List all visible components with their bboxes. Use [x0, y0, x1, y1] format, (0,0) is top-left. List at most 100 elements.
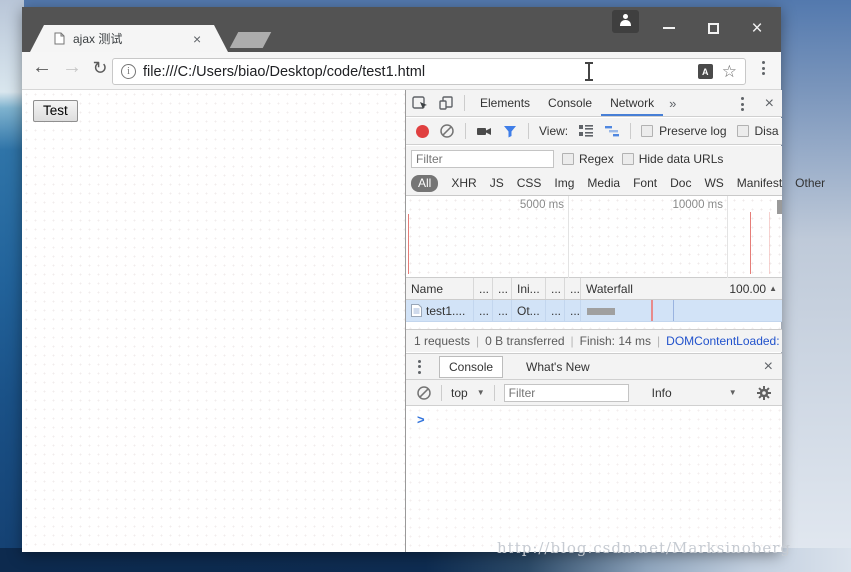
browser-menu-button[interactable] — [762, 61, 765, 75]
inspect-element-icon[interactable] — [412, 95, 428, 111]
show-overview-icon[interactable] — [604, 123, 620, 139]
page-favicon-icon — [54, 32, 65, 45]
type-filter-font[interactable]: Font — [633, 176, 657, 190]
reload-button[interactable]: ↻ — [88, 58, 112, 79]
timeline-gridline — [568, 196, 569, 278]
col-method[interactable]: ... — [474, 278, 493, 299]
overview-load-marker — [750, 212, 751, 274]
type-filter-doc[interactable]: Doc — [670, 176, 691, 190]
network-summary-bar: 1 requests | 0 B transferred | Finish: 1… — [406, 329, 782, 352]
regex-checkbox[interactable] — [562, 153, 574, 165]
timeline-gridline — [727, 196, 728, 278]
view-label: View: — [539, 124, 568, 138]
maximize-button[interactable] — [698, 15, 728, 41]
log-level-select[interactable]: Info ▼ — [652, 386, 737, 400]
context-selector[interactable]: top — [451, 386, 468, 400]
drawer-tab-whats-new[interactable]: What's New — [517, 357, 599, 377]
bookmark-star-icon[interactable]: ☆ — [722, 63, 737, 80]
type-filter-img[interactable]: Img — [554, 176, 574, 190]
tab-elements[interactable]: Elements — [471, 90, 539, 116]
request-row[interactable]: test1.... ... ... Ot... ... ... — [406, 300, 782, 322]
screenshot-camera-icon[interactable] — [476, 123, 492, 139]
console-settings-gear-icon[interactable] — [756, 385, 772, 401]
tab-title: ajax 测试 — [73, 30, 191, 47]
network-filter-input[interactable] — [411, 150, 554, 168]
person-icon — [620, 14, 631, 28]
more-tabs-icon[interactable]: » — [663, 96, 682, 111]
resource-type-filters: All XHR JS CSS Img Media Font Doc WS Man… — [406, 171, 782, 196]
timeline-tick-5000: 5000 ms — [520, 199, 564, 211]
request-size-cell[interactable]: ... — [546, 300, 565, 321]
url-text[interactable]: file:///C:/Users/biao/Desktop/code/test1… — [143, 64, 698, 80]
tab-console[interactable]: Console — [539, 90, 601, 116]
devtools-menu-button[interactable] — [741, 97, 744, 111]
col-size[interactable]: ... — [546, 278, 565, 299]
request-name-cell[interactable]: test1.... — [406, 300, 474, 321]
summary-domcontentloaded: DOMContentLoaded: ... — [666, 334, 782, 348]
console-clear-icon[interactable] — [416, 385, 432, 401]
summary-transferred: 0 B transferred — [485, 334, 564, 348]
record-button[interactable] — [416, 125, 429, 138]
col-waterfall[interactable]: Waterfall 100.00 ▲ — [581, 278, 782, 299]
load-event-line — [651, 300, 653, 321]
drawer-close-icon[interactable]: × — [764, 358, 773, 376]
console-filter-input[interactable] — [504, 384, 629, 402]
console-prompt-icon[interactable]: > — [417, 412, 425, 427]
type-filter-css[interactable]: CSS — [517, 176, 542, 190]
translate-icon[interactable]: A — [698, 64, 713, 79]
console-toolbar: top ▼ Info ▼ — [406, 380, 782, 406]
type-filter-media[interactable]: Media — [587, 176, 620, 190]
log-level-caret-icon: ▼ — [729, 388, 737, 397]
back-button[interactable]: ← — [30, 56, 54, 79]
type-filter-ws[interactable]: WS — [704, 176, 723, 190]
regex-label: Regex — [579, 152, 614, 166]
preserve-log-checkbox[interactable] — [641, 125, 653, 137]
sort-arrow-icon: ▲ — [769, 284, 777, 293]
browser-tab[interactable]: ajax 测试 × — [30, 25, 228, 52]
page-info-icon[interactable]: i — [121, 64, 136, 79]
log-level-label: Info — [652, 386, 672, 400]
type-filter-other[interactable]: Other — [795, 176, 825, 190]
disable-cache-checkbox[interactable] — [737, 125, 749, 137]
col-initiator[interactable]: Ini... — [512, 278, 546, 299]
request-initiator-cell[interactable]: Ot... — [512, 300, 546, 321]
devtools-tabbar: Elements Console Network » × — [406, 90, 782, 117]
type-filter-xhr[interactable]: XHR — [451, 176, 476, 190]
test-button[interactable]: Test — [33, 100, 78, 122]
clear-icon[interactable] — [439, 123, 455, 139]
devtools-close-icon[interactable]: × — [765, 95, 774, 113]
document-icon — [411, 304, 422, 317]
overview-scrollbar-thumb[interactable] — [777, 200, 782, 214]
minimize-button[interactable] — [654, 15, 684, 41]
drawer-menu-button[interactable] — [418, 360, 421, 374]
drawer-tab-console[interactable]: Console — [439, 356, 503, 378]
request-waterfall-cell[interactable] — [581, 300, 782, 321]
close-button[interactable]: × — [742, 15, 772, 41]
type-filter-js[interactable]: JS — [490, 176, 504, 190]
type-filter-all[interactable]: All — [411, 175, 438, 192]
col-name[interactable]: Name — [406, 278, 474, 299]
type-filter-manifest[interactable]: Manifest — [737, 176, 782, 190]
tab-close-icon[interactable]: × — [193, 32, 201, 46]
filter-funnel-icon[interactable] — [502, 123, 518, 139]
col-time[interactable]: ... — [565, 278, 581, 299]
waterfall-sort-value: 100.00 — [729, 282, 766, 296]
timeline-tick-10000: 10000 ms — [672, 199, 723, 211]
preserve-log-label: Preserve log — [659, 124, 726, 138]
hide-data-urls-label: Hide data URLs — [639, 152, 724, 166]
request-status-cell[interactable]: ... — [493, 300, 512, 321]
requests-table: Name ... ... Ini... ... ... Waterfall 10… — [406, 278, 782, 322]
request-method-cell[interactable]: ... — [474, 300, 493, 321]
new-tab-button[interactable] — [230, 32, 272, 48]
profile-button[interactable] — [612, 10, 639, 33]
network-overview[interactable]: 5000 ms 10000 ms — [406, 196, 782, 278]
large-request-rows-icon[interactable] — [578, 123, 594, 139]
console-output[interactable]: > — [406, 406, 782, 552]
watermark-text: http://blog.csdn.net/Marksinoberg — [497, 539, 851, 557]
request-time-cell[interactable]: ... — [565, 300, 581, 321]
hide-data-urls-checkbox[interactable] — [622, 153, 634, 165]
address-bar[interactable]: i file:///C:/Users/biao/Desktop/code/tes… — [112, 58, 746, 85]
col-status[interactable]: ... — [493, 278, 512, 299]
tab-network[interactable]: Network — [601, 90, 663, 116]
device-toolbar-icon[interactable] — [438, 95, 454, 111]
